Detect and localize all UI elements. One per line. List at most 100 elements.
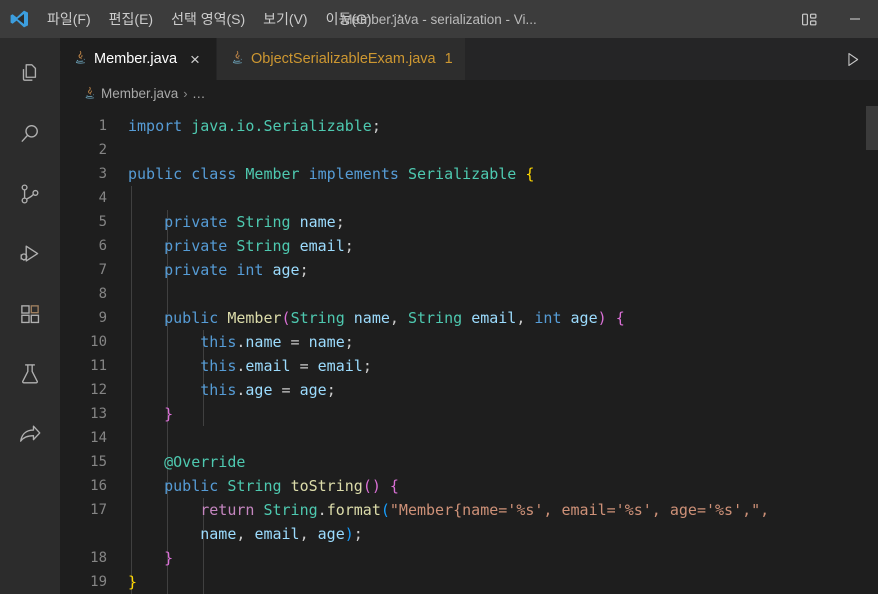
code-lines[interactable]: 1 import java.io.Serializable; 2 3 public cl… (60, 106, 878, 594)
sidebar-item-explorer[interactable] (0, 44, 60, 104)
code-token: Serializable (407, 165, 526, 183)
activity-bar (0, 38, 60, 594)
code-token: this (200, 381, 237, 399)
line-number: 10 (90, 334, 107, 350)
sidebar-item-share[interactable] (0, 404, 60, 464)
code-line[interactable]: 18 } (60, 546, 878, 570)
code-token: java.io. (191, 117, 264, 135)
menu-go[interactable]: 이동(G) (317, 6, 381, 32)
code-line[interactable]: 6 private String email; (60, 234, 878, 258)
code-token: ; (299, 261, 309, 279)
code-token: = (272, 381, 300, 399)
code-line[interactable]: 2 (60, 138, 878, 162)
breadcrumb-more[interactable]: ... (193, 86, 206, 101)
code-token: implements (308, 165, 408, 183)
menu-more-icon[interactable]: ··· (381, 5, 420, 33)
editor-tabs: Member.java × ObjectSerializableExam.jav… (60, 38, 466, 80)
code-line[interactable]: 8 (60, 282, 878, 306)
code-line-content[interactable]: private String email; (128, 234, 878, 258)
code-line-content[interactable]: public Member(String name, String email,… (128, 306, 878, 330)
code-line[interactable]: 3 public class Member implements Serializ… (60, 162, 878, 186)
code-token: } (128, 573, 138, 591)
code-token: private (164, 261, 237, 279)
line-number: 18 (90, 550, 107, 566)
code-line-content[interactable] (128, 138, 878, 162)
code-line[interactable]: 7 private int age; (60, 258, 878, 282)
menu-file[interactable]: 파일(F) (38, 6, 100, 32)
code-line[interactable]: 13 } (60, 402, 878, 426)
minimize-icon[interactable] (832, 0, 878, 38)
code-token: ; (344, 237, 354, 255)
scrollbar-thumb[interactable] (866, 106, 878, 150)
code-line-content[interactable]: @Override (128, 450, 878, 474)
code-line[interactable]: 5 private String name; (60, 210, 878, 234)
code-token: String (407, 309, 472, 327)
code-line[interactable]: 11 this.email = email; (60, 354, 878, 378)
sidebar-item-extensions[interactable] (0, 284, 60, 344)
code-line-content[interactable]: return String.format("Member{name='%s', … (128, 498, 878, 522)
code-line-content[interactable]: public String toString() { (128, 474, 878, 498)
workbench-body: Member.java × ObjectSerializableExam.jav… (0, 38, 878, 594)
code-line-content[interactable]: public class Member implements Serializa… (128, 162, 878, 186)
code-line-content[interactable]: import java.io.Serializable; (128, 114, 878, 138)
code-line[interactable]: 17 return String.format("Member{name='%s… (60, 498, 878, 522)
code-line-content[interactable]: private int age; (128, 258, 878, 282)
code-line[interactable]: 4 (60, 186, 878, 210)
code-line-content[interactable]: private String name; (128, 210, 878, 234)
code-line[interactable]: 10 this.name = name; (60, 330, 878, 354)
java-file-icon (229, 50, 244, 69)
line-number: 8 (98, 286, 107, 302)
breadcrumb-file[interactable]: Member.java (101, 86, 178, 101)
close-icon[interactable]: × (186, 51, 204, 68)
sidebar-item-source-control[interactable] (0, 164, 60, 224)
code-line-content[interactable] (128, 186, 878, 210)
code-token: email (471, 309, 517, 327)
customize-layout-icon[interactable] (786, 0, 832, 38)
code-line[interactable]: 15 @Override (60, 450, 878, 474)
tab-member-java[interactable]: Member.java × (60, 38, 218, 80)
code-line-content[interactable]: } (128, 570, 878, 594)
sidebar-item-search[interactable] (0, 104, 60, 164)
code-token: = (290, 357, 318, 375)
menu-selection[interactable]: 선택 영역(S) (162, 6, 254, 32)
code-line-content[interactable]: name, email, age); (128, 522, 878, 546)
breadcrumb[interactable]: Member.java › ... (60, 80, 878, 106)
code-line[interactable]: name, email, age); (60, 522, 878, 546)
menu-bar[interactable]: 파일(F) 편집(E) 선택 영역(S) 보기(V) 이동(G) ··· (38, 5, 420, 33)
line-number: 14 (90, 430, 107, 446)
code-token: this (200, 333, 237, 351)
title-bar: 파일(F) 편집(E) 선택 영역(S) 보기(V) 이동(G) ··· Mem… (0, 0, 878, 38)
menu-view[interactable]: 보기(V) (254, 6, 316, 32)
run-play-icon[interactable] (838, 45, 866, 73)
code-line-content[interactable]: this.name = name; (128, 330, 878, 354)
code-line[interactable]: 1 import java.io.Serializable; (60, 114, 878, 138)
code-line[interactable]: 19} (60, 570, 878, 594)
menu-edit[interactable]: 편집(E) (100, 6, 162, 32)
code-token: name (245, 333, 282, 351)
line-number: 5 (98, 214, 107, 230)
line-number: 11 (90, 358, 107, 374)
window-controls (786, 0, 878, 38)
sidebar-item-testing[interactable] (0, 344, 60, 404)
code-line-content[interactable]: } (128, 546, 878, 570)
code-line-content[interactable]: this.email = email; (128, 354, 878, 378)
code-line[interactable]: 14 (60, 426, 878, 450)
code-line[interactable]: 16 public String toString() { (60, 474, 878, 498)
sidebar-item-run-debug[interactable] (0, 224, 60, 284)
code-token: ; (335, 213, 345, 231)
code-line[interactable]: 9 public Member(String name, String emai… (60, 306, 878, 330)
tab-objectserializableexam-java[interactable]: ObjectSerializableExam.java 1 (217, 38, 466, 80)
editor-vertical-scrollbar[interactable] (866, 106, 878, 594)
code-editor[interactable]: 1 import java.io.Serializable; 2 3 public cl… (60, 106, 878, 594)
code-line-content[interactable] (128, 426, 878, 450)
code-line-content[interactable]: } (128, 402, 878, 426)
code-line-content[interactable] (128, 282, 878, 306)
code-line-content[interactable]: this.age = age; (128, 378, 878, 402)
code-token: , (516, 309, 535, 327)
code-line[interactable]: 12 this.age = age; (60, 378, 878, 402)
line-number: 9 (98, 310, 107, 326)
source-control-icon (17, 181, 43, 207)
code-token: email (299, 237, 345, 255)
